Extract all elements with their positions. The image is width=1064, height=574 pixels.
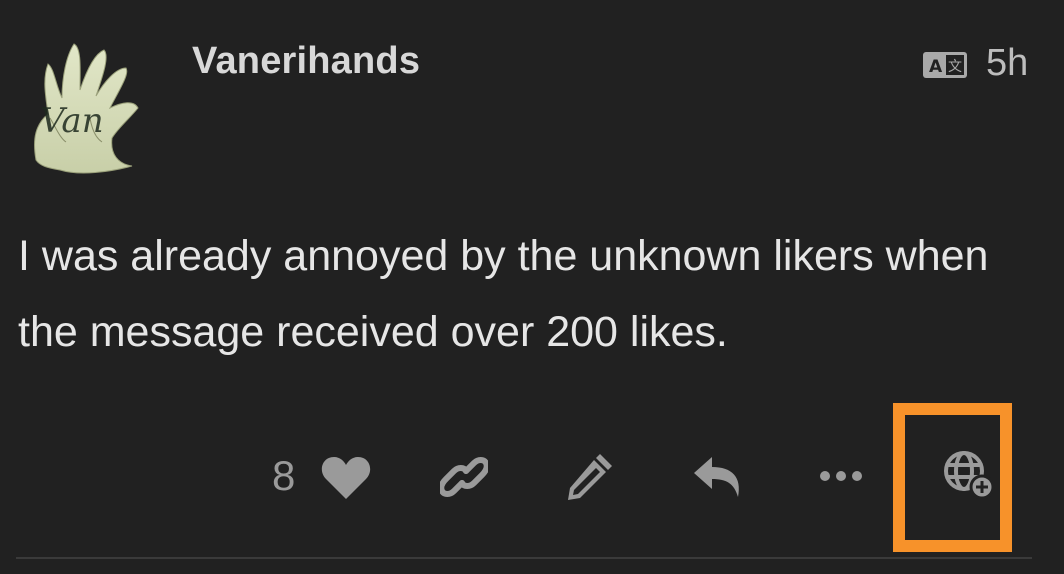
reply-icon[interactable] xyxy=(692,455,744,499)
translate-icon[interactable]: A 文 xyxy=(922,51,968,79)
timestamp[interactable]: 5h xyxy=(986,42,1028,85)
username[interactable]: Vanerihands xyxy=(192,40,420,83)
ellipsis-icon[interactable] xyxy=(818,469,864,483)
link-icon[interactable] xyxy=(440,455,488,499)
pencil-icon[interactable] xyxy=(566,450,616,502)
highlight-box xyxy=(893,403,1012,552)
divider xyxy=(16,557,1032,559)
svg-text:Van: Van xyxy=(40,101,104,141)
avatar[interactable]: Van xyxy=(26,38,152,176)
post: Van Vanerihands A 文 5h I was already ann… xyxy=(0,0,1064,574)
svg-text:文: 文 xyxy=(948,59,962,75)
like-count[interactable]: 8 xyxy=(272,452,295,500)
heart-icon[interactable] xyxy=(320,455,372,501)
svg-text:A: A xyxy=(929,57,943,77)
post-body: I was already annoyed by the unknown lik… xyxy=(18,232,989,356)
